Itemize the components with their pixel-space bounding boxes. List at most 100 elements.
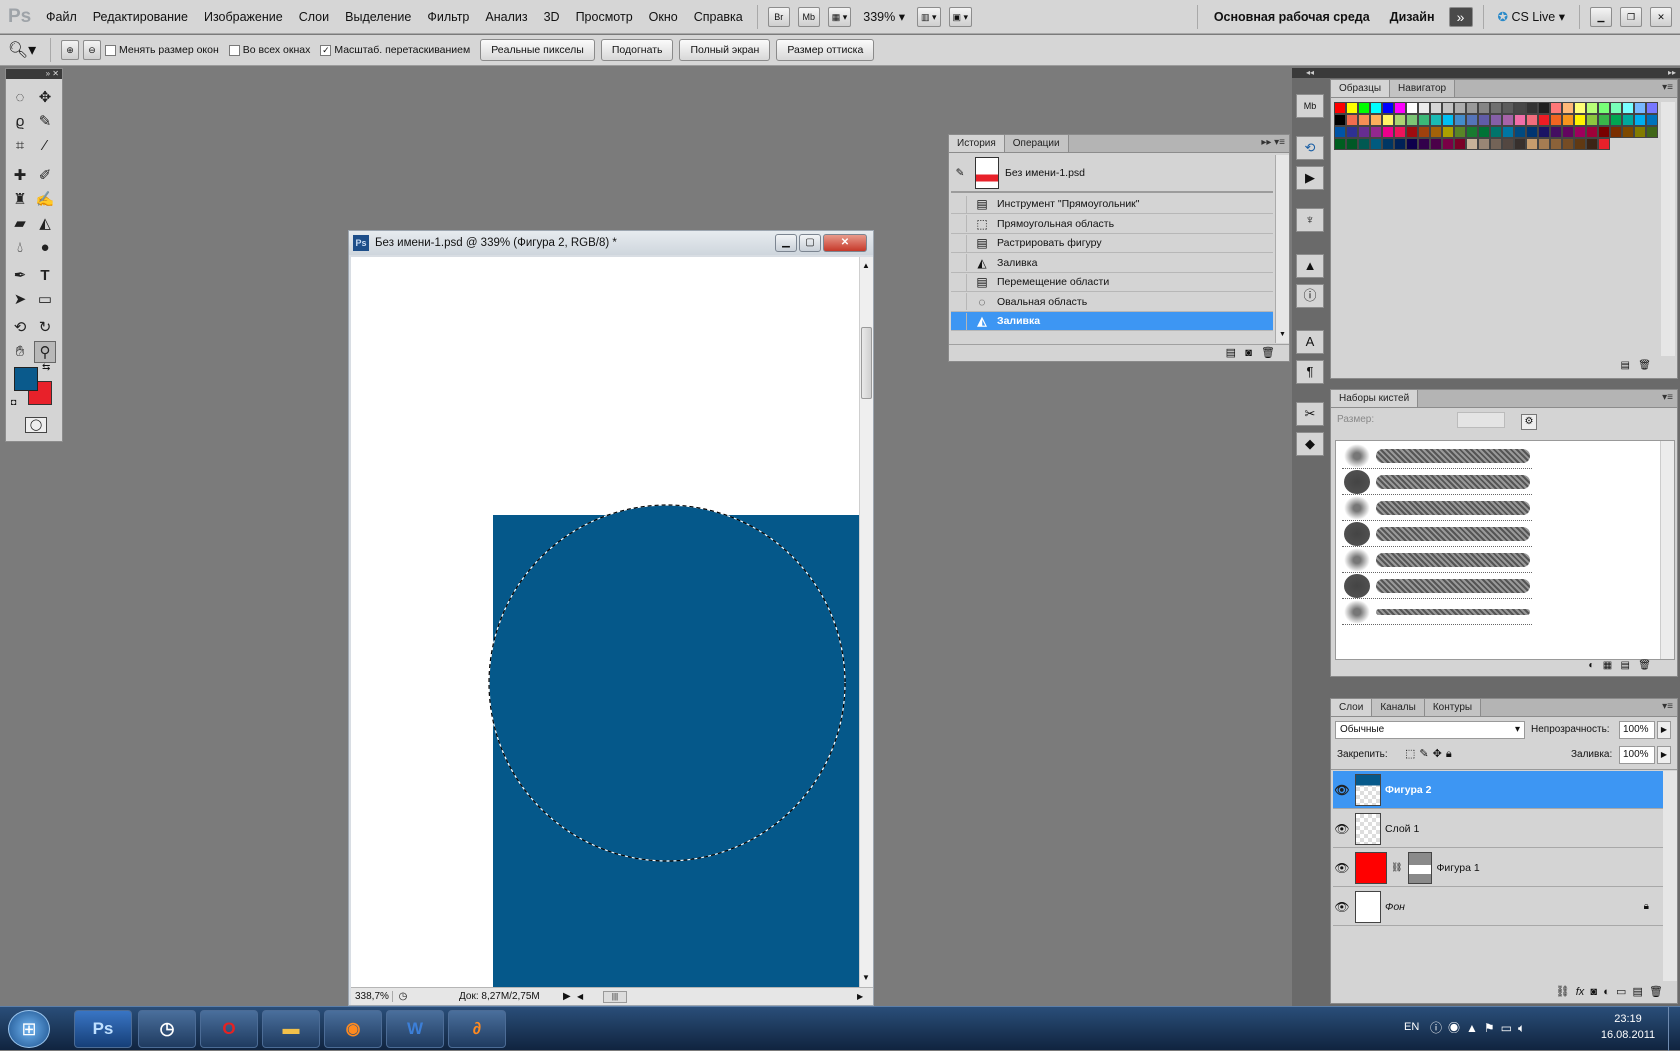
tab-channels[interactable]: Каналы — [1372, 699, 1425, 716]
color-swatch[interactable] — [1478, 138, 1490, 150]
color-swatch[interactable] — [1562, 126, 1574, 138]
color-swatch[interactable] — [1586, 102, 1598, 114]
tab-history[interactable]: История — [949, 135, 1005, 152]
color-swatch[interactable] — [1574, 114, 1586, 126]
fit-screen-button[interactable]: Подогнать — [600, 39, 674, 61]
color-swatch[interactable] — [1442, 114, 1454, 126]
info-panel-icon[interactable]: ⓘ — [1296, 284, 1324, 308]
color-swatch[interactable] — [1610, 102, 1622, 114]
history-panel-icon[interactable]: ⟲ — [1296, 136, 1324, 160]
color-swatch[interactable] — [1526, 126, 1538, 138]
fill-screen-button[interactable]: Полный экран — [679, 39, 771, 61]
panel-menu-icon[interactable]: ▾≡ — [1662, 392, 1673, 403]
scroll-down-icon[interactable]: ▼ — [1279, 331, 1286, 338]
color-swatch[interactable] — [1454, 138, 1466, 150]
menu-view[interactable]: Просмотр — [568, 0, 641, 34]
trash-icon[interactable]: 🗑︎ — [1638, 660, 1651, 671]
checkbox-checked[interactable]: ✓ — [320, 44, 332, 56]
history-step[interactable]: ⬚ Прямоугольная область — [951, 215, 1273, 234]
color-swatch[interactable] — [1454, 102, 1466, 114]
history-source-checkbox[interactable] — [951, 234, 967, 252]
color-swatch[interactable] — [1610, 126, 1622, 138]
taskbar-photoshop-button[interactable]: Ps — [74, 1010, 132, 1048]
color-swatch[interactable] — [1490, 126, 1502, 138]
color-swatch[interactable] — [1430, 138, 1442, 150]
color-swatch[interactable] — [1634, 114, 1646, 126]
quick-selection-tool-icon[interactable]: ✎ — [34, 111, 56, 133]
color-swatch[interactable] — [1562, 102, 1574, 114]
lasso-tool-icon[interactable]: ϱ — [9, 111, 31, 133]
checkbox-box[interactable] — [105, 44, 116, 56]
color-swatch[interactable] — [1430, 114, 1442, 126]
dock-header[interactable]: ▸▸ — [1328, 68, 1680, 78]
doc-maximize-button[interactable]: ▢ — [799, 234, 821, 252]
history-step[interactable]: ▤ Перемещение области — [951, 273, 1273, 292]
path-selection-icon[interactable]: ➤ — [9, 289, 31, 311]
zoom-tool-preset[interactable]: 🔍︎▾ — [0, 40, 44, 60]
history-source-checkbox[interactable] — [951, 293, 967, 310]
color-swatch[interactable] — [1598, 138, 1610, 150]
close-button[interactable]: ✕ — [1650, 6, 1672, 27]
new-preset-icon[interactable]: ▤ — [1621, 660, 1630, 671]
color-swatch[interactable] — [1550, 138, 1562, 150]
color-swatch[interactable] — [1478, 102, 1490, 114]
fill-input[interactable]: 100% — [1619, 746, 1655, 764]
history-step[interactable]: ▤ Инструмент "Прямоугольник" — [951, 195, 1273, 214]
color-swatch[interactable] — [1646, 126, 1658, 138]
color-swatch[interactable] — [1622, 126, 1634, 138]
add-mask-icon[interactable]: ◙ — [1590, 986, 1597, 998]
color-swatch[interactable] — [1370, 102, 1382, 114]
color-swatch[interactable] — [1526, 102, 1538, 114]
color-swatch[interactable] — [1562, 114, 1574, 126]
color-swatch[interactable] — [1406, 102, 1418, 114]
eye-icon[interactable]: 👁︎ — [1333, 783, 1351, 797]
brush-preset-list[interactable] — [1335, 440, 1675, 660]
dodge-tool-icon[interactable]: ● — [34, 237, 56, 259]
color-swatch[interactable] — [1394, 114, 1406, 126]
zoom-percent-field[interactable]: 338,7% — [351, 991, 393, 1002]
rectangle-tool-icon[interactable]: ▭ — [34, 289, 56, 311]
arrange-documents-button[interactable]: ▥ ▾ — [917, 6, 941, 27]
color-swatch[interactable] — [1586, 126, 1598, 138]
color-swatch[interactable] — [1514, 126, 1526, 138]
tab-actions[interactable]: Операции — [1004, 135, 1069, 152]
opacity-slider-icon[interactable]: ▶ — [1657, 721, 1671, 739]
color-swatch[interactable] — [1550, 126, 1562, 138]
menu-select[interactable]: Выделение — [337, 0, 419, 34]
color-swatch[interactable] — [1622, 114, 1634, 126]
color-swatch[interactable] — [1550, 114, 1562, 126]
default-colors-icon[interactable]: ◘ — [11, 397, 16, 407]
scroll-up-icon[interactable]: ▲ — [862, 261, 870, 270]
color-swatch[interactable] — [1418, 102, 1430, 114]
lock-icons[interactable]: ⬚✎✥🔒︎ — [1405, 747, 1456, 761]
menu-window[interactable]: Окно — [641, 0, 686, 34]
color-swatch[interactable] — [1454, 126, 1466, 138]
color-swatch[interactable] — [1406, 138, 1418, 150]
panel-menu-icon[interactable]: ▾≡ — [1662, 82, 1673, 93]
brush-preset-item[interactable] — [1342, 521, 1532, 547]
history-source-checkbox[interactable] — [951, 273, 967, 291]
resize-windows-checkbox[interactable]: Менять размер окон — [105, 44, 219, 56]
quick-mask-icon[interactable]: ◯ — [25, 417, 47, 433]
3d-rotate-icon[interactable]: ⟲ — [9, 317, 31, 339]
fx-icon[interactable]: fx — [1576, 986, 1585, 998]
brush-preset-item[interactable] — [1342, 469, 1532, 495]
color-swatch[interactable] — [1502, 102, 1514, 114]
actual-pixels-button[interactable]: Реальные пикселы — [480, 39, 595, 61]
start-button[interactable]: ⊞ — [8, 1010, 50, 1048]
history-step[interactable]: ▤ Растрировать фигуру — [951, 234, 1273, 253]
3d-orbit-icon[interactable]: ↻ — [34, 317, 56, 339]
clock-date[interactable]: 16.08.2011 — [1598, 1029, 1658, 1041]
layer-row-background[interactable]: 👁︎ Фон 🔒︎ — [1333, 888, 1663, 926]
color-swatch[interactable] — [1466, 102, 1478, 114]
taskbar-opera-button[interactable]: O — [200, 1010, 258, 1048]
history-scrollbar[interactable]: ▼ — [1275, 155, 1289, 343]
color-swatch[interactable] — [1442, 102, 1454, 114]
status-nav-icon[interactable]: ◷ — [393, 991, 413, 1002]
all-windows-checkbox[interactable]: Во всех окнах — [228, 44, 310, 56]
mini-bridge-button[interactable]: Mb — [797, 6, 820, 27]
color-swatch[interactable] — [1346, 126, 1358, 138]
color-swatch[interactable] — [1454, 114, 1466, 126]
healing-brush-icon[interactable]: ✚ — [9, 165, 31, 187]
color-swatch[interactable] — [1406, 126, 1418, 138]
